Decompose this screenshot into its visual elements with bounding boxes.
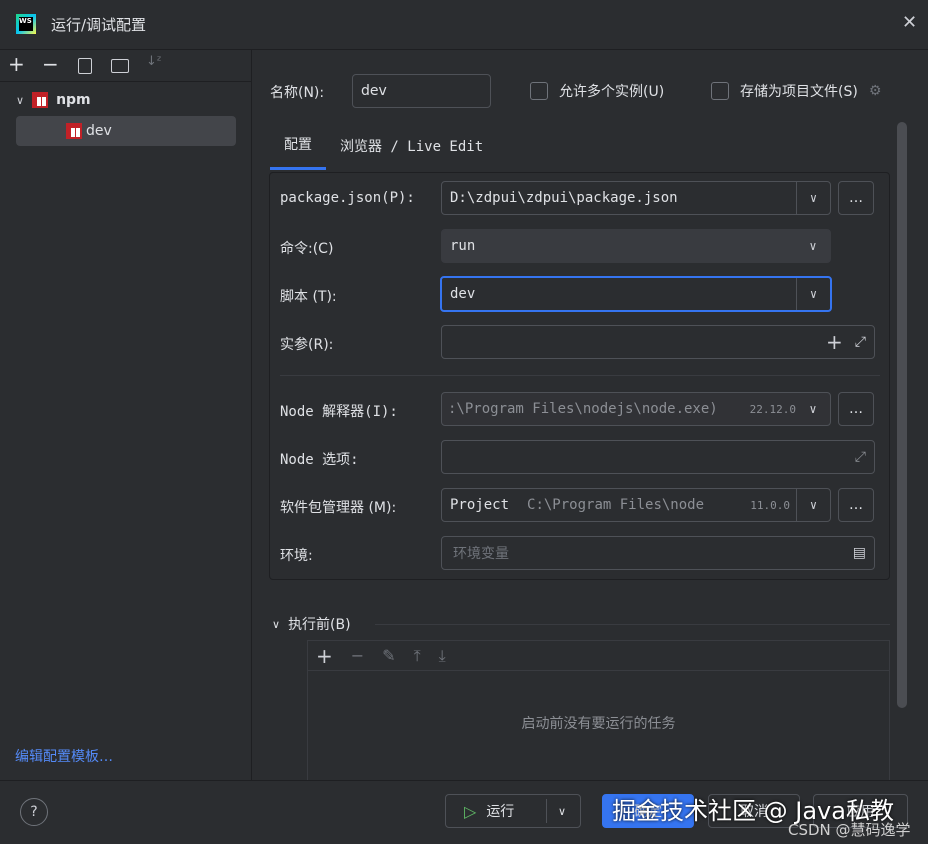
tree-item-npm[interactable]: ∨ npm [16, 92, 91, 108]
name-label: 名称(N): [270, 82, 324, 102]
package-json-label: package.json(P): [280, 190, 415, 206]
tree-item-dev[interactable]: dev [16, 116, 236, 146]
args-input[interactable]: +⤢ [441, 325, 875, 359]
tab-label: 配置 [284, 137, 312, 153]
npm-icon [66, 123, 82, 139]
pm-version: 11.0.0 [750, 499, 790, 512]
script-value: dev [450, 286, 796, 302]
chevron-down-icon: ∨ [16, 94, 24, 107]
before-launch-toggle[interactable]: ∨ 执行前(B) [272, 614, 351, 634]
help-button[interactable]: ? [20, 798, 48, 826]
title-bar: WS 运行/调试配置 ✕ [0, 0, 928, 50]
before-launch-panel: +−✎ ⤒ ⤓ 启动前没有要运行的任务 [307, 640, 890, 780]
remove-icon[interactable]: − [351, 646, 364, 665]
name-input[interactable]: dev [352, 74, 491, 108]
list-icon[interactable]: ▤ [853, 545, 866, 561]
section-divider [375, 624, 890, 625]
npm-icon [32, 92, 48, 108]
args-label: 实参(R): [280, 334, 333, 354]
checkbox-label: 允许多个实例(U) [559, 81, 664, 101]
add-icon[interactable]: + [8, 52, 25, 76]
edit-templates-link[interactable]: 编辑配置模板… [15, 746, 113, 766]
tree-label: npm [56, 92, 91, 108]
checkbox-box [530, 82, 548, 100]
move-up-icon[interactable]: ⤒ [414, 646, 421, 666]
node-interpreter-combo[interactable]: :\Program Files\nodejs\node.exe) 22.12.0∨ [441, 392, 831, 426]
env-placeholder: 环境变量 [453, 543, 853, 563]
gear-icon[interactable]: ⚙ [869, 83, 882, 99]
name-value: dev [361, 83, 387, 99]
node-options-label: Node 选项: [280, 449, 359, 469]
chevron-down-icon[interactable]: ∨ [796, 489, 830, 521]
chevron-down-icon[interactable]: ∨ [796, 393, 830, 425]
sort-icon[interactable]: ↓ᶻ [146, 54, 162, 69]
run-button[interactable]: ▷ 运行 ∨ [445, 794, 581, 828]
sidebar-toolbar: + − ↓ᶻ [0, 50, 251, 82]
checkbox-label: 存储为项目文件(S) [740, 81, 858, 101]
chevron-down-icon[interactable]: ∨ [796, 278, 830, 310]
tab-label: 浏览器 / Live Edit [340, 139, 483, 155]
sidebar: + − ↓ᶻ ∨ npm dev 编辑配置模板… [0, 50, 252, 780]
new-folder-icon[interactable] [111, 59, 129, 73]
tab-config[interactable]: 配置 [270, 134, 326, 170]
chevron-down-icon[interactable]: ∨ [558, 805, 566, 818]
tree-label: dev [86, 123, 112, 139]
browse-button[interactable]: … [838, 392, 874, 426]
before-launch-label: 执行前(B) [288, 614, 351, 634]
expand-icon[interactable]: ⤢ [855, 334, 866, 350]
dialog-title: 运行/调试配置 [51, 14, 146, 35]
browse-button[interactable]: … [838, 488, 874, 522]
chevron-down-icon: ∨ [272, 618, 280, 631]
checkbox-box [711, 82, 729, 100]
copy-icon[interactable] [78, 58, 92, 74]
node-interpreter-label: Node 解释器(I): [280, 401, 398, 421]
node-options-input[interactable]: ⤢ [441, 440, 875, 474]
run-label: 运行 [486, 801, 514, 821]
store-as-file-checkbox[interactable]: 存储为项目文件(S) ⚙ [711, 81, 881, 101]
expand-icon[interactable]: ⤢ [855, 449, 866, 465]
package-manager-combo[interactable]: Project C:\Program Files\node11.0.0 ∨ [441, 488, 831, 522]
package-manager-label: 软件包管理器 (M): [280, 497, 396, 517]
chevron-down-icon: ∨ [796, 230, 830, 262]
scrollbar[interactable] [897, 122, 907, 708]
allow-multiple-checkbox[interactable]: 允许多个实例(U) [530, 81, 664, 101]
remove-icon[interactable]: − [42, 52, 59, 76]
command-select[interactable]: run∨ [441, 229, 831, 263]
move-down-icon[interactable]: ⤓ [439, 646, 446, 666]
script-combo[interactable]: dev∨ [440, 276, 832, 312]
package-json-combo[interactable]: D:\zdpui\zdpui\package.json∨ [441, 181, 831, 215]
edit-icon[interactable]: ✎ [382, 646, 395, 665]
pm-path: C:\Program Files\node [527, 497, 750, 513]
webstorm-logo-icon: WS [16, 14, 36, 34]
tab-browser[interactable]: 浏览器 / Live Edit [340, 136, 483, 156]
command-value: run [450, 238, 796, 254]
footer: ? ▷运行 ∨ 确定 取消 应用 掘金技术社区 @ Java私教 CSDN @慧… [0, 780, 928, 844]
env-input[interactable]: 环境变量▤ [441, 536, 875, 570]
divider [280, 375, 880, 376]
add-icon[interactable]: + [826, 330, 843, 354]
browse-button[interactable]: … [838, 181, 874, 215]
add-icon[interactable]: + [316, 644, 333, 668]
empty-tasks-text: 启动前没有要运行的任务 [308, 713, 889, 733]
chevron-down-icon[interactable]: ∨ [796, 182, 830, 214]
script-label: 脚本 (T): [280, 286, 337, 306]
node-version: 22.12.0 [750, 403, 796, 416]
env-label: 环境: [280, 545, 313, 565]
close-icon[interactable]: ✕ [902, 12, 917, 33]
before-launch-toolbar: +−✎ ⤒ ⤓ [308, 641, 889, 671]
pm-name: Project [450, 497, 509, 513]
command-label: 命令:(C) [280, 238, 333, 258]
node-path: :\Program Files\nodejs\node.exe) [448, 401, 744, 417]
package-json-value: D:\zdpui\zdpui\package.json [450, 190, 796, 206]
play-icon: ▷ [464, 802, 476, 821]
watermark-sub: CSDN @慧码逸学 [788, 819, 911, 840]
